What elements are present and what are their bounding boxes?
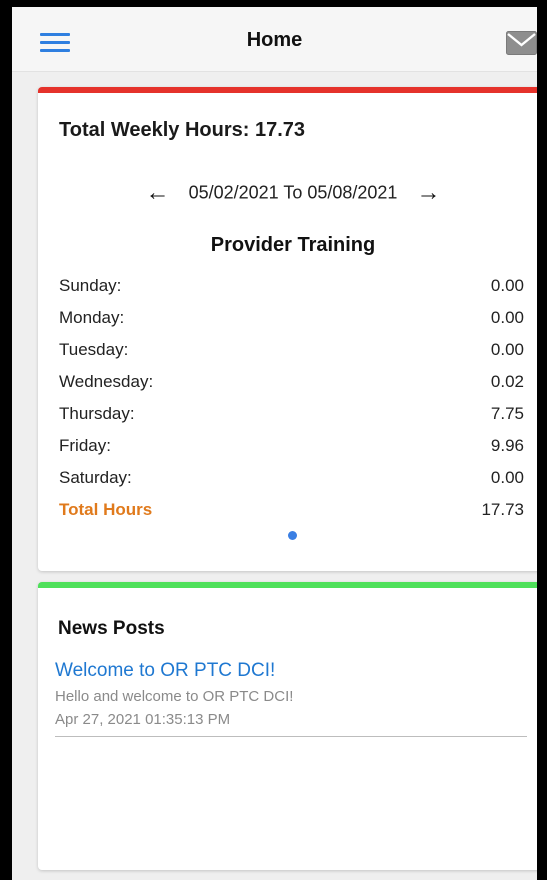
news-post-title[interactable]: Welcome to OR PTC DCI! [55, 660, 527, 682]
total-hours-value: 17.73 [481, 500, 524, 519]
news-post-date: Apr 27, 2021 01:35:13 PM [55, 711, 231, 728]
day-hours: 0.00 [490, 468, 524, 487]
day-hours: 0.02 [490, 372, 524, 391]
page-title: Home [246, 29, 303, 51]
day-row: Monday: 0.00 [59, 308, 524, 340]
daily-hours-list: Sunday: 0.00 Monday: 0.00 Tuesday: 0.00 … [59, 276, 524, 532]
date-range-row: ← 05/02/2021 To 05/08/2021 → [38, 179, 537, 207]
day-label: Thursday: [59, 404, 135, 423]
day-label: Monday: [59, 308, 125, 327]
day-hours: 0.00 [490, 276, 524, 295]
day-label: Wednesday: [59, 372, 154, 391]
weekly-hours-card: Total Weekly Hours: 17.73 ← 05/02/2021 T… [38, 87, 537, 571]
total-hours-row: Total Hours 17.73 [59, 500, 524, 532]
program-title: Provider Training [210, 234, 376, 256]
day-row: Saturday: 0.00 [59, 468, 524, 500]
day-label: Tuesday: [59, 340, 129, 359]
day-row: Thursday: 7.75 [59, 404, 524, 436]
page-indicator-dot[interactable] [288, 531, 297, 540]
envelope-icon[interactable] [506, 31, 537, 55]
day-hours: 7.75 [490, 404, 524, 423]
news-post-body: Hello and welcome to OR PTC DCI! [55, 688, 294, 705]
day-row: Tuesday: 0.00 [59, 340, 524, 372]
day-label: Friday: [59, 436, 111, 455]
day-label: Sunday: [59, 276, 122, 295]
day-hours: 0.00 [490, 340, 524, 359]
news-posts-title: News Posts [58, 618, 165, 639]
app-screen: Home Total Weekly Hours: 17.73 ← 05/02/2… [12, 7, 537, 880]
day-row: Wednesday: 0.02 [59, 372, 524, 404]
news-post-item[interactable]: Welcome to OR PTC DCI! Hello and welcome… [55, 660, 527, 737]
right-arrow-icon[interactable]: → [416, 179, 440, 207]
left-arrow-icon[interactable]: ← [146, 179, 170, 207]
total-hours-label: Total Hours [59, 500, 153, 519]
news-posts-card: News Posts Welcome to OR PTC DCI! Hello … [38, 582, 537, 870]
day-row: Sunday: 0.00 [59, 276, 524, 308]
day-hours: 9.96 [490, 436, 524, 455]
day-row: Friday: 9.96 [59, 436, 524, 468]
day-label: Saturday: [59, 468, 132, 487]
day-hours: 0.00 [490, 308, 524, 327]
weekly-hours-title: Total Weekly Hours: 17.73 [59, 119, 306, 141]
date-range-text: 05/02/2021 To 05/08/2021 [188, 182, 398, 203]
top-bar: Home [12, 7, 537, 72]
